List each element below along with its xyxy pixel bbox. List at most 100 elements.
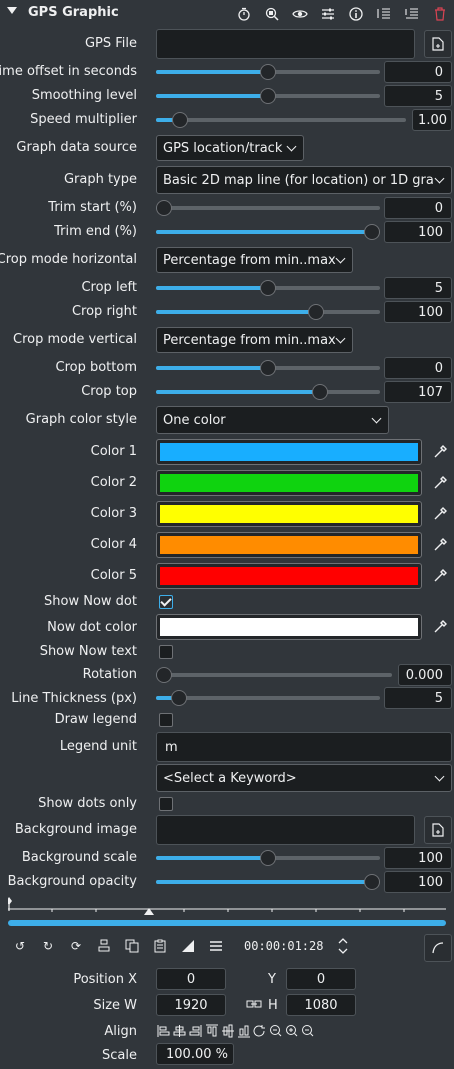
crop-mode-vertical-combo[interactable]: Percentage from min..max	[156, 327, 353, 353]
time-offset-slider[interactable]	[156, 64, 380, 80]
background-opacity-spinbox[interactable]: 100	[384, 871, 452, 893]
color-5-swatch[interactable]	[156, 563, 422, 589]
align-center-icon[interactable]	[96, 938, 112, 954]
crop-top-spinbox[interactable]: 107	[384, 381, 452, 403]
color-picker-icon[interactable]	[432, 475, 448, 491]
graph-type-combo[interactable]: Basic 2D map line (for location) or 1D g…	[156, 166, 452, 194]
collapse-arrow-icon[interactable]	[7, 7, 17, 14]
data-source-label: Graph data source	[16, 140, 137, 155]
color-picker-icon[interactable]	[432, 537, 448, 553]
color-2-swatch[interactable]	[156, 470, 422, 496]
background-scale-slider[interactable]	[156, 850, 380, 866]
align-bottom-icon[interactable]	[237, 1024, 250, 1038]
position-y-spinbox[interactable]: 0	[286, 968, 356, 990]
legend-unit-input[interactable]: m	[156, 732, 452, 762]
eye-icon[interactable]	[292, 6, 308, 22]
speed-multiplier-spinbox[interactable]: 1.00	[412, 109, 452, 131]
trim-end-spinbox[interactable]: 100	[384, 221, 452, 243]
curve-editor-button[interactable]	[424, 934, 452, 962]
zoom-fit-icon[interactable]	[264, 6, 280, 22]
position-y-label: Y	[268, 972, 276, 987]
collapse-icon[interactable]	[404, 6, 420, 22]
align-top-icon[interactable]	[205, 1024, 218, 1038]
trim-start-slider[interactable]	[156, 200, 380, 216]
scale-spinbox[interactable]: 100.00 %	[156, 1043, 234, 1065]
align-right-icon[interactable]	[189, 1024, 202, 1038]
gps-file-input[interactable]	[156, 29, 415, 59]
remove-keyframe-icon[interactable]: ↻	[40, 938, 56, 954]
timecode-display[interactable]: 00:00:01:28	[244, 939, 323, 953]
position-x-spinbox[interactable]: 0	[156, 968, 226, 990]
zoom-fit-icon[interactable]	[269, 1024, 282, 1038]
expand-icon[interactable]	[376, 6, 392, 22]
time-offset-label: Time offset in seconds	[0, 64, 137, 79]
crop-left-slider[interactable]	[156, 280, 380, 296]
background-image-input[interactable]	[156, 815, 415, 845]
interpolation-icon[interactable]	[180, 938, 196, 954]
time-offset-spinbox[interactable]: 0	[384, 61, 452, 83]
rotate-icon[interactable]	[253, 1024, 266, 1038]
align-h-center-icon[interactable]	[173, 1024, 186, 1038]
line-thickness-spinbox[interactable]: 5	[384, 687, 452, 709]
keyframe-ruler[interactable]	[6, 895, 446, 919]
trim-end-slider[interactable]	[156, 224, 380, 240]
settings-icon[interactable]	[320, 6, 336, 22]
now-dot-color-swatch[interactable]	[156, 614, 422, 640]
color-picker-icon[interactable]	[432, 506, 448, 522]
link-ratio-icon[interactable]	[246, 998, 262, 1010]
crop-bottom-slider[interactable]	[156, 360, 380, 376]
copy-icon[interactable]	[124, 938, 140, 954]
menu-icon[interactable]	[208, 938, 224, 954]
next-keyframe-icon[interactable]: ⟳	[68, 938, 84, 954]
show-dots-only-checkbox[interactable]	[159, 797, 173, 811]
slider-handle	[307, 304, 324, 320]
add-keyframe-icon[interactable]: ↺	[12, 938, 28, 954]
background-opacity-slider[interactable]	[156, 874, 380, 890]
line-thickness-slider[interactable]	[156, 690, 380, 706]
color-4-swatch[interactable]	[156, 532, 422, 558]
color-3-swatch[interactable]	[156, 501, 422, 527]
speed-multiplier-slider[interactable]	[156, 112, 406, 128]
info-icon[interactable]	[348, 6, 364, 22]
crop-right-slider[interactable]	[156, 304, 380, 320]
keyword-combo[interactable]: <Select a Keyword>	[156, 764, 452, 792]
crop-left-spinbox[interactable]: 5	[384, 277, 452, 299]
align-left-icon[interactable]	[157, 1024, 170, 1038]
color-3-label: Color 3	[90, 506, 137, 521]
open-background-button[interactable]	[424, 816, 452, 844]
graph-color-style-combo[interactable]: One color	[156, 406, 389, 434]
size-h-spinbox[interactable]: 1080	[286, 994, 356, 1016]
trim-start-spinbox[interactable]: 0	[384, 197, 452, 219]
crop-right-spinbox[interactable]: 100	[384, 301, 452, 323]
chevron-down-icon	[335, 333, 346, 344]
show-dots-only-label: Show dots only	[38, 796, 137, 811]
background-scale-spinbox[interactable]: 100	[384, 847, 452, 869]
show-now-dot-checkbox[interactable]	[159, 595, 173, 609]
smoothing-spinbox[interactable]: 5	[384, 85, 452, 107]
data-source-combo[interactable]: GPS location/track	[156, 135, 304, 161]
timecode-stepper-icon[interactable]	[337, 936, 349, 956]
smoothing-slider[interactable]	[156, 88, 380, 104]
paste-icon[interactable]	[152, 938, 168, 954]
combo-value: Percentage from min..max	[163, 252, 336, 268]
timer-icon[interactable]	[236, 6, 252, 22]
rotation-spinbox[interactable]: 0.000	[398, 664, 452, 686]
zoom-out-icon[interactable]	[301, 1024, 314, 1038]
align-v-center-icon[interactable]	[221, 1024, 234, 1038]
color-picker-icon[interactable]	[432, 619, 448, 635]
slider-handle	[364, 874, 380, 890]
color-picker-icon[interactable]	[432, 568, 448, 584]
size-w-spinbox[interactable]: 1920	[156, 994, 226, 1016]
zoom-in-icon[interactable]	[285, 1024, 298, 1038]
crop-mode-horizontal-combo[interactable]: Percentage from min..max	[156, 247, 353, 273]
delete-icon[interactable]	[432, 6, 448, 22]
color-1-swatch[interactable]	[156, 439, 422, 465]
crop-top-slider[interactable]	[156, 384, 380, 400]
color-picker-icon[interactable]	[432, 444, 448, 460]
show-now-text-checkbox[interactable]	[159, 645, 173, 659]
timeline-bar[interactable]	[8, 920, 446, 926]
open-file-button[interactable]	[424, 30, 452, 58]
rotation-slider[interactable]	[156, 667, 392, 683]
draw-legend-checkbox[interactable]	[159, 713, 173, 727]
crop-bottom-spinbox[interactable]: 0	[384, 357, 452, 379]
